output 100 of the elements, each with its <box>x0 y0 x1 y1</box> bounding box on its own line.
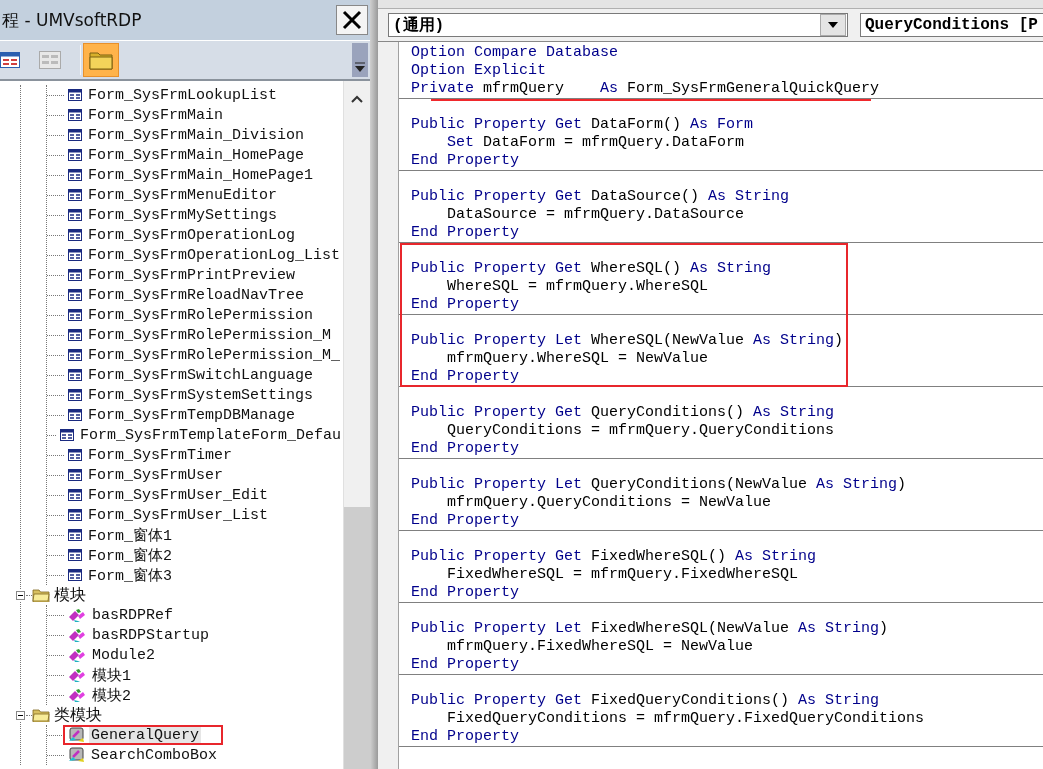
tree-folder[interactable]: 模块 <box>54 584 86 606</box>
code-line: QueryConditions = mfrmQuery.QueryConditions <box>446 422 836 440</box>
tree-item[interactable]: Form_SysFrmLookupList <box>86 86 280 104</box>
form-icon <box>68 569 82 581</box>
pane-title: 程 - UMVsoftRDP <box>2 8 142 32</box>
tree-folder[interactable]: 类模块 <box>54 704 102 726</box>
code-line: FixedWhereSQL = mfrmQuery.FixedWhereSQL <box>446 566 800 584</box>
tree-item[interactable]: Form_窗体3 <box>86 565 174 585</box>
form-icon <box>68 129 82 141</box>
code-line: Public Property Get FixedQueryConditions() As String <box>410 692 881 710</box>
form-icon <box>68 209 82 221</box>
collapse-toggle[interactable] <box>15 589 26 601</box>
form-icon <box>59 429 74 441</box>
form-icon <box>68 349 82 361</box>
code-line: Set DataForm = mfrmQuery.DataForm <box>446 134 746 152</box>
tree-item[interactable]: Form_SysFrmUser_Edit <box>86 486 271 504</box>
code-line: End Property <box>410 296 521 314</box>
code-line: Public Property Let WhereSQL(NewValue As String) <box>410 332 845 350</box>
tree-item[interactable]: 模块1 <box>90 665 133 685</box>
tree-item[interactable]: basRDPStartup <box>90 626 212 644</box>
tree-item[interactable]: Form_SysFrmReloadNavTree <box>86 286 307 304</box>
tree-item[interactable]: Module2 <box>90 646 157 664</box>
tree-item[interactable]: Form_SysFrmTimer <box>86 446 235 464</box>
scroll-up-icon <box>351 95 363 103</box>
class-module-icon <box>68 747 85 763</box>
tree-item[interactable]: Form_SysFrmSystemSettings <box>86 386 316 404</box>
code-line: End Property <box>410 512 521 530</box>
vertical-scrollbar[interactable] <box>343 81 370 769</box>
class-module-icon <box>68 727 85 743</box>
tree-item[interactable]: Form_SysFrmMain_Division <box>86 126 307 144</box>
folder-icon <box>89 50 113 70</box>
module-icon <box>68 647 86 663</box>
form-icon <box>68 89 82 101</box>
procedure-dropdown[interactable]: QueryConditions [P <box>860 13 1043 37</box>
form-icon <box>68 509 82 521</box>
tree-item[interactable]: Form_SysFrmRolePermission_M <box>86 326 334 344</box>
object-dropdown[interactable]: (通用) <box>388 13 848 37</box>
folder-icon <box>32 708 50 722</box>
code-line: Public Property Get QueryConditions() As String <box>410 404 836 422</box>
tree-item[interactable]: Form_SysFrmOperationLog <box>86 226 298 244</box>
toolbar-overflow-button[interactable] <box>352 43 368 77</box>
form-icon <box>68 229 82 241</box>
code-line: End Property <box>410 728 521 746</box>
tree-item[interactable]: Form_SysFrmSwitchLanguage <box>86 366 316 384</box>
collapse-toggle[interactable] <box>15 709 26 721</box>
code-line: DataSource = mfrmQuery.DataSource <box>446 206 746 224</box>
tree-item[interactable]: Form_窗体2 <box>86 545 174 565</box>
caret-icon <box>354 61 366 73</box>
form-icon <box>68 269 82 281</box>
tree-item[interactable]: SearchComboBox <box>89 746 220 764</box>
close-button[interactable] <box>336 5 368 35</box>
form-icon <box>68 189 82 201</box>
code-line: Public Property Get DataSource() As String <box>410 188 791 206</box>
tree-item[interactable]: Form_SysFrmPrintPreview <box>86 266 298 284</box>
form-icon <box>68 449 82 461</box>
code-line: End Property <box>410 224 521 242</box>
form-icon <box>68 109 82 121</box>
code-line: Public Property Get WhereSQL() As String <box>410 260 773 278</box>
form-icon <box>68 529 82 541</box>
tree-item[interactable]: 模块2 <box>90 685 133 705</box>
tree-item[interactable]: Form_SysFrmMain_HomePage1 <box>86 166 316 184</box>
tree-item[interactable]: Form_SysFrmRolePermission <box>86 306 316 324</box>
code-line: Option Compare Database <box>410 44 620 62</box>
form-icon <box>68 389 82 401</box>
tree-item[interactable]: Form_SysFrmMenuEditor <box>86 186 280 204</box>
form-icon <box>68 409 82 421</box>
tree-item[interactable]: Form_SysFrmMain_HomePage <box>86 146 307 164</box>
code-line: mfrmQuery.WhereSQL = NewValue <box>446 350 710 368</box>
tree-item[interactable]: Form_SysFrmUser_List <box>86 506 271 524</box>
tree-item[interactable]: Form_SysFrmMySettings <box>86 206 280 224</box>
tree-item[interactable]: Form_窗体1 <box>86 525 174 545</box>
form-icon <box>68 469 82 481</box>
tree-item[interactable]: Form_SysFrmTemplateForm_Defau <box>77 426 343 444</box>
module-icon <box>68 627 86 643</box>
code-line: mfrmQuery.QueryConditions = NewValue <box>446 494 773 512</box>
code-line: Private mfrmQuery As Form_SysFrmGeneralQuickQuery <box>399 80 1043 98</box>
dropdown-arrow-icon <box>828 22 838 28</box>
scrollbar-thumb[interactable] <box>344 507 370 769</box>
form-icon <box>68 289 82 301</box>
tree-item[interactable]: basRDPRef <box>90 606 175 624</box>
form-icon <box>68 169 82 181</box>
form-icon <box>68 549 82 561</box>
module-icon <box>68 607 86 623</box>
code-line: mfrmQuery.FixedWhereSQL = NewValue <box>446 638 755 656</box>
code-line: Public Property Let FixedWhereSQL(NewValue As String) <box>410 620 890 638</box>
module-icon <box>68 667 86 683</box>
tree-item[interactable]: Form_SysFrmMain <box>86 106 226 124</box>
code-line: Option Explicit <box>410 62 548 80</box>
tree-item[interactable]: Form_SysFrmTempDBManage <box>86 406 298 424</box>
form-icon <box>68 489 82 501</box>
code-line: End Property <box>410 656 521 674</box>
code-line: FixedQueryConditions = mfrmQuery.FixedQueryConditions <box>446 710 926 728</box>
code-line: WhereSQL = mfrmQuery.WhereSQL <box>446 278 710 296</box>
module-icon <box>68 687 86 703</box>
form-icon <box>68 329 82 341</box>
form-icon <box>68 309 82 321</box>
toggle-folders-button[interactable] <box>83 43 119 77</box>
tree-item[interactable]: Form_SysFrmRolePermission_M_ <box>86 346 343 364</box>
tree-item[interactable]: Form_SysFrmUser <box>86 466 226 484</box>
tree-item[interactable]: Form_SysFrmOperationLog_List <box>86 246 343 264</box>
